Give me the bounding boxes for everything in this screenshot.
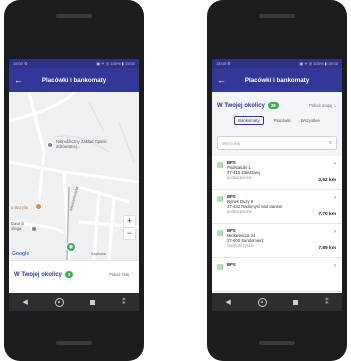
android-navbar: ◀ ⁑ <box>9 293 139 311</box>
chevron-right-icon: › <box>334 195 336 201</box>
poi-label-other: Dawno olega <box>11 221 25 231</box>
search-placeholder: Wyszukaj <box>222 140 241 146</box>
item-distance: 3,62 km <box>318 178 336 183</box>
status-left: 15:00 ⚙ <box>216 61 231 66</box>
arrow-left-icon[interactable]: ← <box>14 75 28 85</box>
bottom-speaker <box>56 341 92 345</box>
android-navbar: ◀ ⁑ <box>212 293 342 311</box>
show-list-link[interactable]: Pokaż listę ⌃ <box>109 272 134 277</box>
list-header-title: W Twojej okolicy 38 <box>217 102 279 109</box>
search-area: Wyszukaj ⌕ <box>212 128 342 156</box>
nav-menu-icon[interactable]: ⁑ <box>122 298 126 306</box>
status-right: ▣ ✈ ◎ 100% ▮ 15:00 <box>96 61 135 66</box>
poi-marker-icon[interactable] <box>47 142 53 148</box>
atm-icon: ▤ <box>217 162 224 169</box>
bottom-speaker <box>259 341 295 345</box>
atm-icon: ▤ <box>217 196 224 203</box>
list-item[interactable]: ▤ BPS Podstaszki 1 37-415 Zaleszany podk… <box>212 156 342 190</box>
sheet-title: W Twojej okolicy 3 <box>14 271 74 278</box>
nav-back-icon[interactable]: ◀ <box>225 298 230 306</box>
google-logo: Google <box>12 251 30 257</box>
nav-home-icon[interactable] <box>257 297 267 307</box>
phone-frame-right: 15:00 ⚙ ▣ ✈ ◎ 100% ▮ 15:00 ← Placówki i … <box>207 0 347 361</box>
phone-frame-left: 15:00 ⚙ ▣ ✈ ◎ 100% ▮ 15:00 ← Placówki i … <box>4 0 144 361</box>
map-roads <box>9 92 139 260</box>
page-title: Placówki i bankomaty <box>244 76 310 84</box>
nav-menu-icon[interactable]: ⁑ <box>325 298 329 306</box>
atm-icon: ▤ <box>217 264 224 271</box>
list-item[interactable]: ▤ BPS Rynek Duży 9 37-432 Radomyśl nad S… <box>212 190 342 224</box>
chevron-right-icon: › <box>334 229 336 235</box>
tab-atms[interactable]: Bankomaty <box>234 116 264 125</box>
sheet-title-text: W Twojej okolicy <box>14 271 62 278</box>
status-right: ▣ ✈ ◎ 100% ▮ 15:00 <box>299 61 338 66</box>
tab-branches[interactable]: Placówki <box>274 116 291 125</box>
item-name: BPS <box>227 262 236 267</box>
earpiece-speaker <box>56 14 92 18</box>
status-left: 15:00 ⚙ <box>13 61 28 66</box>
arrow-left-icon[interactable]: ← <box>217 75 231 85</box>
nav-recents-icon[interactable] <box>90 299 96 305</box>
nav-back-icon[interactable]: ◀ <box>22 298 27 306</box>
poi-label-health: Niepubliczny Zakład Opieki Zdrowotnej... <box>56 139 107 149</box>
app-bar: ← Placówki i bankomaty <box>212 68 342 92</box>
earpiece-speaker <box>259 14 295 18</box>
show-map-link[interactable]: Pokaż mapę ⌄ <box>309 103 337 108</box>
status-bar: 15:00 ⚙ ▣ ✈ ◎ 100% ▮ 15:00 <box>9 59 139 68</box>
chevron-right-icon: › <box>334 161 336 167</box>
search-input[interactable]: Wyszukaj ⌕ <box>217 136 337 150</box>
zoom-in-button[interactable]: + <box>124 216 135 227</box>
status-bar: 15:00 ⚙ ▣ ✈ ◎ 100% ▮ 15:00 <box>212 59 342 68</box>
filter-tabs: Bankomaty Placówki Wszystkie <box>212 112 342 128</box>
item-distance: 7,89 km <box>318 246 336 251</box>
restaurant-marker-icon[interactable] <box>35 203 42 210</box>
zoom-out-button[interactable]: − <box>124 228 135 239</box>
item-distance: 7,70 km <box>318 212 336 217</box>
page-title: Placówki i bankomaty <box>41 76 107 84</box>
nav-recents-icon[interactable] <box>293 299 299 305</box>
list-item[interactable]: ▤ BPS Mickiewicza 34 27-600 Sandomierz ś… <box>212 224 342 258</box>
search-icon[interactable]: ⌕ <box>329 140 332 147</box>
atm-icon: ▤ <box>217 230 224 237</box>
poi-label-restaurant: a Bazylia <box>11 205 28 210</box>
chevron-right-icon: › <box>334 263 336 269</box>
map-screen: 15:00 ⚙ ▣ ✈ ◎ 100% ▮ 15:00 ← Placówki i … <box>9 59 139 311</box>
map-view[interactable]: Niepubliczny Zakład Opieki Zdrowotnej...… <box>9 92 139 260</box>
list-header: W Twojej okolicy 38 Pokaż mapę ⌄ <box>212 92 342 112</box>
count-badge: 38 <box>267 102 279 109</box>
list-header-title-text: W Twojej okolicy <box>217 102 265 109</box>
count-badge: 3 <box>64 271 74 278</box>
list-screen: 15:00 ⚙ ▣ ✈ ◎ 100% ▮ 15:00 ← Placówki i … <box>212 59 342 311</box>
tab-all[interactable]: Wszystkie <box>301 116 320 125</box>
nav-home-icon[interactable] <box>54 297 64 307</box>
street-label: Szyfrowa <box>91 252 106 256</box>
list-item[interactable]: ▤ BPS › <box>212 258 342 292</box>
poi-marker-icon[interactable] <box>31 226 37 232</box>
location-pin-icon[interactable]: ◉ <box>66 242 76 252</box>
bottom-sheet[interactable]: W Twojej okolicy 3 Pokaż listę ⌃ <box>9 260 139 293</box>
app-bar: ← Placówki i bankomaty <box>9 68 139 92</box>
